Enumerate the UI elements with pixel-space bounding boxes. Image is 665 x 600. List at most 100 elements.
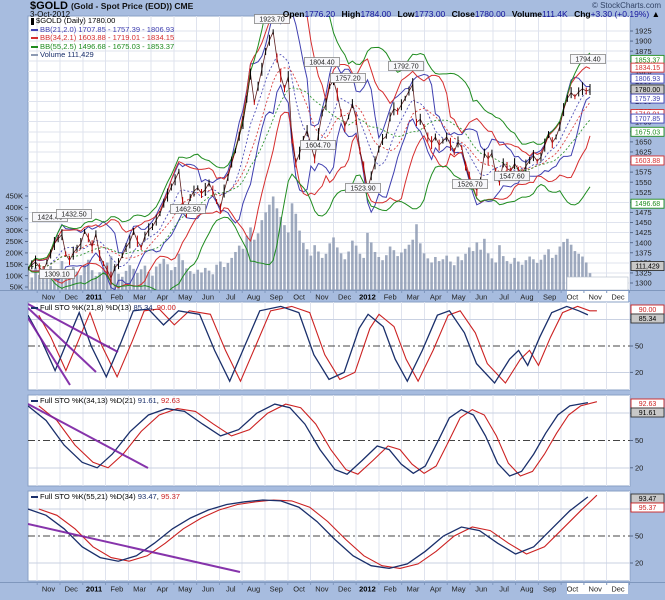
- month-label: Apr: [157, 293, 169, 302]
- axis-value-box: 1834.15: [635, 65, 660, 72]
- price-tick-label: 1875: [635, 47, 652, 56]
- month-label: Sep: [270, 293, 283, 302]
- stochastic-tick-label: 50: [635, 532, 643, 541]
- month-label: Dec: [65, 585, 79, 594]
- annotation-label: 1792.70: [393, 64, 418, 71]
- chart-canvas: 1923.701804.401757.201792.701794.401604.…: [0, 0, 665, 600]
- month-label: Apr: [157, 585, 169, 594]
- stochastic-panel-2: 20508092.6391.61: [28, 395, 664, 486]
- month-label: Sep: [270, 585, 283, 594]
- month-label: Jun: [475, 585, 487, 594]
- volume-axis-left: 450K400K350K300K250K200K150K100K50K: [5, 192, 28, 292]
- month-label: Nov: [315, 585, 329, 594]
- volume-tick-label: 100K: [5, 271, 23, 280]
- month-label: Dec: [338, 293, 352, 302]
- axis-value-box: 95.37: [639, 505, 657, 512]
- month-label: Mar: [407, 585, 420, 594]
- axis-value-box: 1496.68: [635, 201, 660, 208]
- candlestick-icon: [31, 18, 34, 25]
- chg-up-arrow-icon: ▲: [652, 9, 660, 19]
- line-icon: [31, 400, 38, 402]
- month-label: May: [178, 293, 192, 302]
- month-label: May: [451, 585, 465, 594]
- axis-value-box: 1806.93: [635, 76, 660, 83]
- month-label: Oct: [293, 585, 306, 594]
- month-label: 2012: [359, 293, 376, 302]
- month-label: 2012: [359, 585, 376, 594]
- annotation-label: 1794.40: [575, 57, 600, 64]
- month-label: Dec: [65, 293, 79, 302]
- month-label: Jun: [202, 293, 214, 302]
- annotation-label: 1804.40: [309, 60, 334, 67]
- chg-value: +3.30 (+0.19%): [591, 9, 650, 19]
- price-tick-label: 1300: [635, 279, 652, 288]
- band-line-icon: [31, 29, 38, 31]
- month-label: Mar: [133, 293, 146, 302]
- month-label: Aug: [520, 293, 533, 302]
- month-label: Feb: [384, 293, 397, 302]
- volume-tick-label: 150K: [5, 260, 23, 269]
- price-tick-label: 1650: [635, 137, 652, 146]
- quote-line: Open1776.20 High1784.00 Low1773.00 Close…: [279, 9, 660, 19]
- month-label: Feb: [110, 293, 123, 302]
- axis-value-box: 1757.39: [635, 96, 660, 103]
- month-label: Sep: [543, 585, 556, 594]
- price-tick-label: 1575: [635, 168, 652, 177]
- month-label: Oct: [293, 293, 306, 302]
- month-label: Apr: [430, 585, 442, 594]
- stochastic-axis: 20508093.4795.37: [630, 494, 664, 568]
- price-tick-label: 1625: [635, 148, 652, 157]
- legend-label: Volume 111,429: [40, 50, 94, 59]
- price-tick-label: 1375: [635, 248, 652, 257]
- price-tick-label: 1525: [635, 188, 652, 197]
- month-label: Nov: [589, 585, 603, 594]
- axis-value-box: 1603.88: [635, 158, 660, 165]
- axis-value-box: 1675.03: [635, 129, 660, 136]
- month-label: Mar: [133, 585, 146, 594]
- stochastic-2-title: Full STO %K(34,13) %D(21) 91.61, 92.63: [31, 396, 180, 405]
- legend-item: Volume 111,429: [31, 51, 174, 60]
- stochastic-tick-label: 20: [635, 559, 643, 568]
- price-tick-label: 1900: [635, 37, 652, 46]
- month-label: Oct: [567, 293, 580, 302]
- month-axis: NovDec2011FebMarAprMayJunJulAugSepOctNov…: [0, 290, 665, 302]
- stochastic-axis: 20508092.6391.61: [630, 399, 664, 472]
- month-label: Jul: [226, 293, 236, 302]
- stochastic-d-value: 95.37: [161, 492, 180, 501]
- chg-label: Chg: [574, 9, 591, 19]
- open-label: Open: [283, 9, 305, 19]
- stochastic-3-title: Full STO %K(55,21) %D(34) 93.47, 95.37: [31, 492, 180, 501]
- symbol-description: (Gold - Spot Price (EOD)) CME: [71, 1, 193, 11]
- price-tick-label: 1925: [635, 27, 652, 36]
- month-label: Jul: [226, 585, 236, 594]
- volume-label: Volume: [512, 9, 542, 19]
- stochastic-title-text: Full STO %K(21,8) %D(13): [40, 303, 134, 312]
- volume-tick-label: 400K: [5, 203, 23, 212]
- stochastic-1-title: Full STO %K(21,8) %D(13) 85.34, 90.00: [31, 303, 176, 312]
- month-label: Feb: [110, 585, 123, 594]
- price-tick-label: 1550: [635, 178, 652, 187]
- line-icon: [31, 307, 38, 309]
- band-line-icon: [31, 46, 38, 48]
- volume-tick-label: 250K: [5, 237, 23, 246]
- annotation-label: 1523.90: [350, 186, 375, 193]
- blank-annotation-box: [567, 277, 628, 290]
- stochastic-panel-3: 20508093.4795.37: [28, 491, 664, 581]
- stochastic-axis: 20508090.0085.34: [630, 305, 664, 377]
- stochastic-tick-label: 50: [635, 342, 643, 351]
- month-label: Dec: [338, 585, 352, 594]
- month-label: Jun: [202, 585, 214, 594]
- band-line-icon: [31, 37, 38, 39]
- month-label: Nov: [589, 293, 603, 302]
- month-label: Oct: [567, 585, 580, 594]
- stockcharts-gold-page: 1923.701804.401757.201792.701794.401604.…: [0, 0, 665, 600]
- annotation-label: 1432.50: [61, 212, 86, 219]
- axis-value-box: 92.63: [639, 401, 657, 408]
- month-label: Jul: [499, 293, 509, 302]
- month-label: 2011: [86, 293, 102, 302]
- close-label: Close: [452, 9, 475, 19]
- stochastic-k-value: 93.47: [138, 492, 157, 501]
- stochastic-title-text: Full STO %K(55,21) %D(34): [40, 492, 138, 501]
- high-label: High: [342, 9, 361, 19]
- axis-value-box: 85.34: [639, 316, 657, 323]
